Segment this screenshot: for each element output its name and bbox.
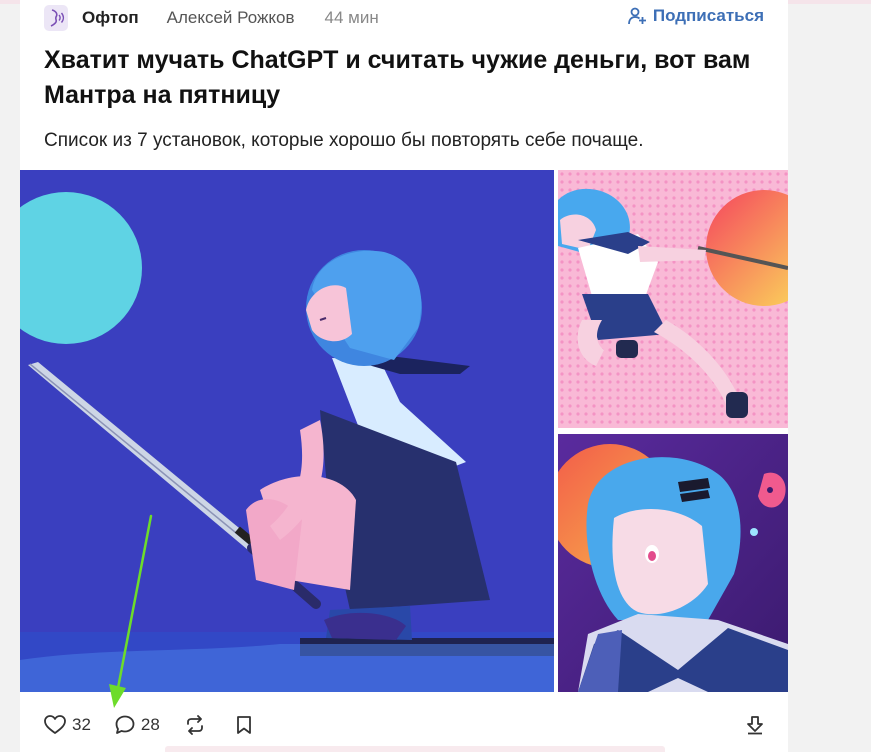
- category-name[interactable]: Офтоп: [82, 8, 139, 28]
- likes-count: 32: [72, 715, 91, 734]
- author-name[interactable]: Алексей Рожков: [167, 8, 295, 28]
- anime-girl-portrait-image[interactable]: [558, 434, 788, 692]
- comments-count: 28: [140, 715, 160, 734]
- post-lead: Список из 7 установок, которые хорошо бы…: [44, 130, 644, 151]
- bookmark-icon: [236, 716, 251, 734]
- repost-icon: [186, 715, 203, 735]
- repost-button[interactable]: [184, 715, 212, 735]
- heart-icon: [44, 715, 66, 734]
- subscribe-label: Подписаться: [652, 6, 764, 25]
- subscribe-button[interactable]: Подписаться: [627, 6, 764, 26]
- like-button[interactable]: 32: [44, 715, 91, 735]
- annotation-arrow-icon: [109, 514, 153, 708]
- post-time: 44 мин: [324, 8, 379, 27]
- post-title[interactable]: Хватит мучать ChatGPT и считать чужие де…: [44, 43, 774, 113]
- next-post-strip: [165, 746, 665, 752]
- add-user-icon: [627, 7, 646, 25]
- post-header: Офтоп Алексей Рожков 44 мин: [44, 4, 379, 32]
- comment-icon: [115, 715, 135, 734]
- anime-girl-leaping-image[interactable]: [558, 170, 788, 428]
- download-arrow-icon: [747, 716, 763, 735]
- download-button[interactable]: [746, 715, 764, 735]
- comments-button[interactable]: 28: [115, 715, 160, 735]
- whisper-icon[interactable]: [44, 5, 68, 31]
- bookmark-button[interactable]: [236, 715, 258, 735]
